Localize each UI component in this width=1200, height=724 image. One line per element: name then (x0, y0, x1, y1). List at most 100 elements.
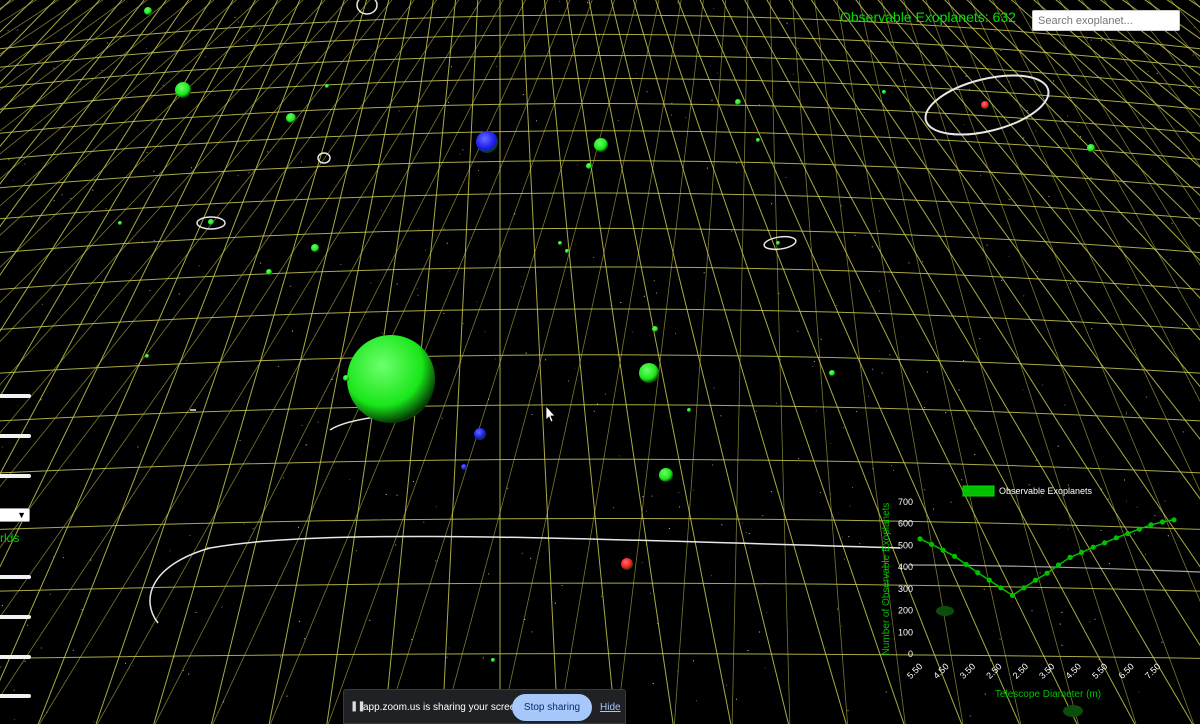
star (385, 494, 387, 495)
x-tick-label: 5.50 (1090, 661, 1109, 680)
settings-slider[interactable] (0, 474, 31, 478)
exoplanet-3d-scene[interactable]: Observable Exoplanets 0 100 200 300 400 500 600… (0, 0, 1200, 724)
planet[interactable] (144, 7, 152, 15)
star (239, 467, 241, 469)
search-exoplanet-input[interactable] (1032, 10, 1180, 31)
star (601, 595, 602, 597)
star (435, 506, 437, 508)
star (380, 209, 382, 211)
planet[interactable] (476, 131, 498, 153)
star (710, 575, 712, 577)
star (530, 557, 532, 559)
y-tick-label: 500 (898, 540, 913, 550)
star (711, 99, 713, 101)
y-axis-label: Number of Observable Exoplanets (881, 503, 892, 656)
star (13, 719, 15, 721)
planet[interactable] (687, 408, 691, 412)
planet[interactable] (208, 219, 214, 225)
star (893, 469, 894, 471)
star (1127, 287, 1129, 289)
planet[interactable] (325, 84, 329, 88)
hide-link[interactable]: Hide (600, 702, 621, 713)
star (44, 98, 46, 100)
x-tick-label: 4.50 (1064, 661, 1083, 680)
star (1100, 530, 1102, 531)
star (979, 338, 981, 340)
planet[interactable] (659, 468, 673, 482)
star (143, 160, 145, 162)
planet[interactable] (882, 90, 886, 94)
grid-line (0, 160, 1200, 189)
star (93, 721, 95, 723)
planet[interactable] (756, 138, 760, 142)
star (1136, 506, 1138, 508)
star (1146, 396, 1148, 398)
planet[interactable] (652, 326, 658, 332)
planet[interactable] (1063, 705, 1083, 717)
star (40, 647, 42, 649)
star (531, 414, 533, 415)
grid-line (1010, 0, 1200, 168)
star (924, 407, 926, 409)
star (587, 2, 589, 4)
settings-slider[interactable] (0, 394, 31, 398)
star (1001, 279, 1003, 281)
star (1128, 42, 1130, 44)
planet[interactable] (347, 335, 435, 423)
planet[interactable] (145, 354, 149, 358)
star (462, 323, 464, 325)
star (13, 689, 15, 691)
grid-line (0, 0, 326, 343)
planet[interactable] (981, 101, 989, 109)
planet[interactable] (175, 82, 191, 98)
planet[interactable] (829, 370, 835, 376)
planet[interactable] (621, 558, 633, 570)
planet[interactable] (639, 363, 659, 383)
settings-dropdown[interactable]: ▼ (0, 508, 30, 522)
planet[interactable] (735, 99, 741, 105)
data-point (1021, 585, 1027, 591)
planet[interactable] (586, 163, 592, 169)
star (17, 29, 19, 31)
planet[interactable] (491, 658, 495, 662)
star (381, 332, 383, 334)
planet[interactable] (461, 464, 467, 470)
planet[interactable] (936, 606, 954, 616)
planet[interactable] (474, 428, 486, 440)
star (798, 458, 800, 460)
star (905, 79, 906, 81)
star (63, 207, 65, 209)
planet[interactable] (311, 244, 319, 252)
star (441, 417, 443, 419)
data-point (975, 570, 981, 576)
settings-slider[interactable] (0, 575, 31, 579)
planet[interactable] (1087, 144, 1095, 152)
star (1035, 459, 1037, 461)
planet[interactable] (776, 241, 780, 245)
planet[interactable] (558, 241, 562, 245)
star (398, 110, 400, 112)
planet[interactable] (286, 113, 296, 123)
planet[interactable] (565, 249, 569, 253)
star (258, 28, 260, 30)
star (189, 535, 191, 536)
planet[interactable] (266, 269, 272, 275)
star (797, 48, 799, 50)
star (577, 164, 579, 166)
grid-line (966, 0, 1200, 228)
stop-sharing-button[interactable]: Stop sharing (512, 694, 592, 721)
settings-slider[interactable] (0, 615, 31, 619)
settings-slider[interactable] (0, 694, 31, 698)
planet[interactable] (343, 375, 349, 381)
planet[interactable] (118, 221, 122, 225)
star (267, 151, 269, 153)
star (1138, 691, 1140, 693)
settings-slider[interactable] (0, 434, 31, 438)
star (1036, 271, 1038, 272)
star (692, 489, 694, 491)
star (1031, 610, 1033, 612)
data-point (1055, 562, 1062, 568)
planet[interactable] (594, 138, 608, 152)
star (447, 101, 449, 103)
settings-slider[interactable] (0, 655, 31, 659)
